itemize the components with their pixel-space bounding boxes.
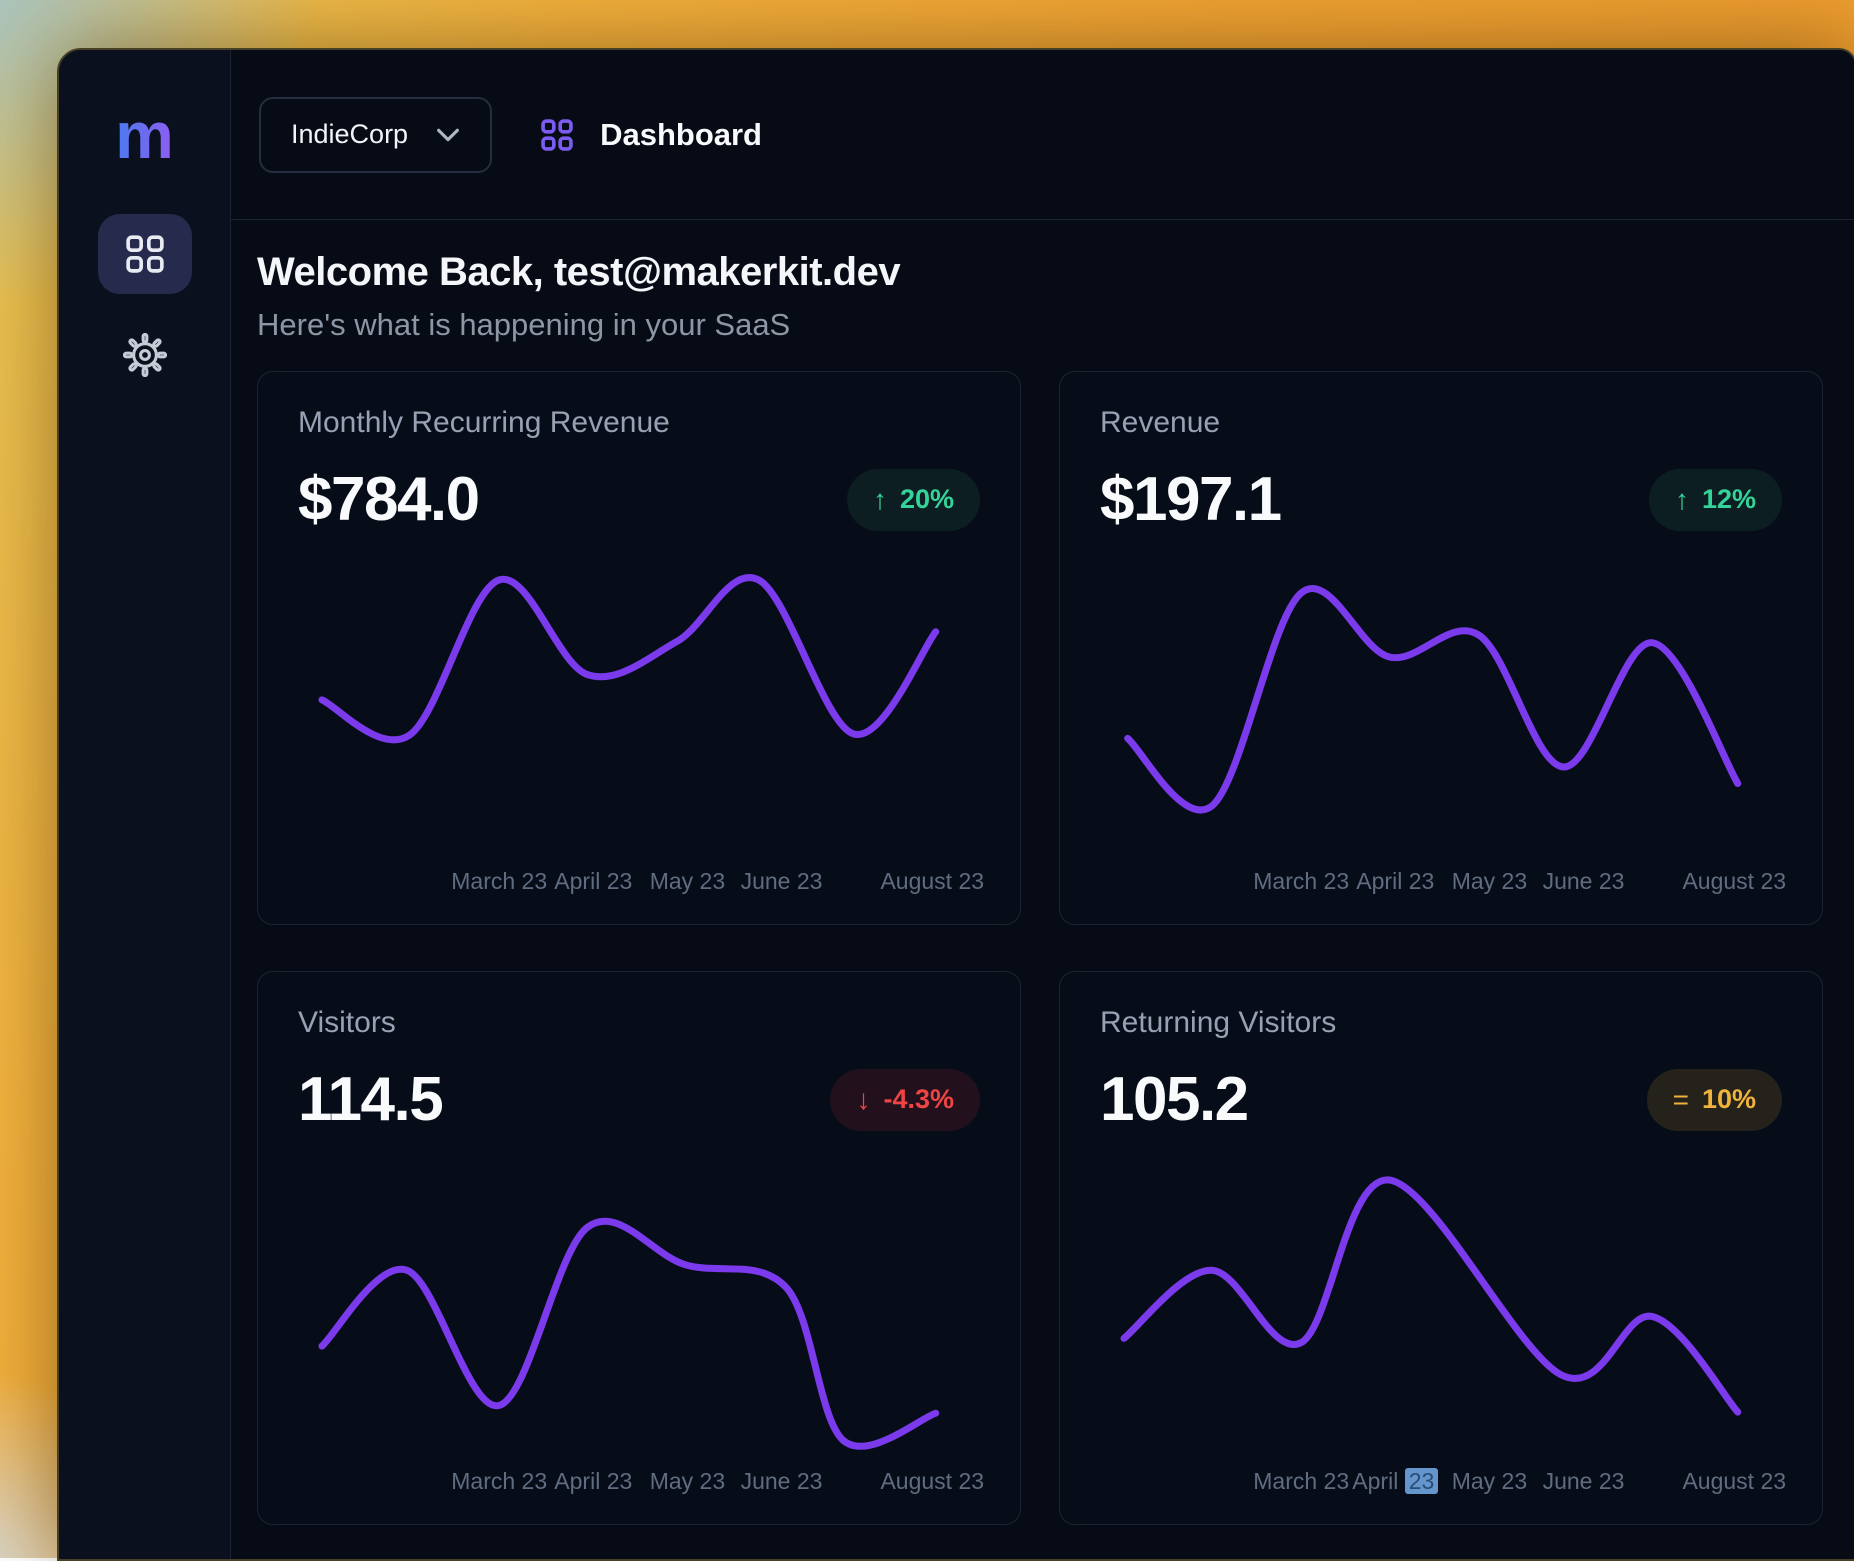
trend-badge: = 10% [1647, 1069, 1782, 1131]
kpi-card-grid: Monthly Recurring Revenue $784.0 ↑ 20% M… [257, 371, 1823, 1525]
trend-value: -4.3% [883, 1084, 954, 1115]
main-area: IndieCorp Dashboard Welcome Back [231, 50, 1854, 1559]
grid-icon [122, 231, 168, 277]
kpi-value: $197.1 [1100, 464, 1281, 535]
card-returning-visitors: Returning Visitors 105.2 = 10% March 23A… [1059, 971, 1823, 1525]
x-axis-label: June 23 [1543, 868, 1625, 895]
card-title: Returning Visitors [1100, 1006, 1782, 1040]
chevron-down-icon [436, 127, 460, 143]
card-revenue: Revenue $197.1 ↑ 12% March 23 April 23 May… [1059, 371, 1823, 925]
card-visitors: Visitors 114.5 ↓ -4.3% March 23 April 23 M… [257, 971, 1021, 1525]
trend-up-icon: ↑ [873, 484, 887, 516]
gear-icon [123, 333, 167, 377]
trend-badge: ↓ -4.3% [830, 1069, 980, 1131]
kpi-value: $784.0 [298, 464, 479, 535]
kpi-value: 114.5 [298, 1064, 442, 1135]
sidebar: m [59, 50, 231, 1559]
x-axis-label: April 23 [554, 868, 632, 895]
trend-up-icon: ↑ [1675, 484, 1689, 516]
x-axis-label: August 23 [1682, 1468, 1786, 1495]
trend-value: 20% [900, 484, 954, 515]
trend-flat-icon: = [1673, 1084, 1689, 1116]
breadcrumb: Dashboard [538, 116, 762, 154]
x-axis-labels: March 23April 23May 23June 23August 23 [298, 1468, 980, 1500]
x-axis-label: March 23 [1253, 1468, 1349, 1495]
line-chart [298, 547, 980, 866]
trend-badge: ↑ 12% [1649, 469, 1782, 531]
card-title: Revenue [1100, 406, 1782, 440]
dashboard-grid-icon [538, 116, 576, 154]
top-bar: IndieCorp Dashboard [231, 50, 1854, 220]
trend-badge: ↑ 20% [847, 469, 980, 531]
x-axis-label: May 23 [1452, 868, 1527, 895]
app-window: m [57, 48, 1854, 1561]
card-title: Visitors [298, 1006, 980, 1040]
x-axis-label: August 23 [880, 868, 984, 895]
x-axis-labels: March 23April 23May 23June 23August 23 [1100, 1468, 1782, 1500]
page-content: Welcome Back, test@makerkit.dev Here's w… [231, 220, 1854, 1559]
value-row: $784.0 ↑ 20% [298, 464, 980, 535]
trend-value: 12% [1702, 484, 1756, 515]
line-chart [1100, 1147, 1782, 1466]
welcome-heading: Welcome Back, test@makerkit.dev [257, 250, 1823, 295]
card-monthly-recurring-revenue: Monthly Recurring Revenue $784.0 ↑ 20% M… [257, 371, 1021, 925]
card-title: Monthly Recurring Revenue [298, 406, 980, 440]
x-axis-label: May 23 [1452, 1468, 1527, 1495]
page-title: Dashboard [600, 117, 762, 153]
x-axis-label: August 23 [880, 1468, 984, 1495]
x-axis-label: April 23 [554, 1468, 632, 1495]
value-row: 105.2 = 10% [1100, 1064, 1782, 1135]
x-axis-label: April 23 [1356, 868, 1434, 895]
sidebar-item-settings[interactable] [122, 332, 168, 378]
x-axis-label: August 23 [1682, 868, 1786, 895]
app-logo: m [115, 102, 174, 168]
x-axis-label: June 23 [741, 868, 823, 895]
x-axis-label: May 23 [650, 1468, 725, 1495]
x-axis-labels: March 23April 23May 23June 23August 23 [1100, 868, 1782, 900]
kpi-value: 105.2 [1100, 1064, 1248, 1135]
x-axis-label: March 23 [451, 868, 547, 895]
x-axis-labels: March 23April 23May 23June 23August 23 [298, 868, 980, 900]
welcome-subheading: Here's what is happening in your SaaS [257, 307, 1823, 343]
value-row: 114.5 ↓ -4.3% [298, 1064, 980, 1135]
x-axis-label: June 23 [741, 1468, 823, 1495]
x-axis-label: April 23 [1352, 1468, 1438, 1495]
sidebar-item-dashboard[interactable] [98, 214, 192, 294]
trend-value: 10% [1702, 1084, 1756, 1115]
line-chart [298, 1147, 980, 1466]
line-chart [1100, 547, 1782, 866]
x-axis-label: March 23 [1253, 868, 1349, 895]
x-axis-label: March 23 [451, 1468, 547, 1495]
x-axis-label: June 23 [1543, 1468, 1625, 1495]
selected-text: 23 [1405, 1468, 1439, 1494]
org-selector-button[interactable]: IndieCorp [259, 97, 492, 173]
x-axis-label: May 23 [650, 868, 725, 895]
org-selector-label: IndieCorp [291, 119, 408, 150]
trend-down-icon: ↓ [856, 1084, 870, 1116]
value-row: $197.1 ↑ 12% [1100, 464, 1782, 535]
